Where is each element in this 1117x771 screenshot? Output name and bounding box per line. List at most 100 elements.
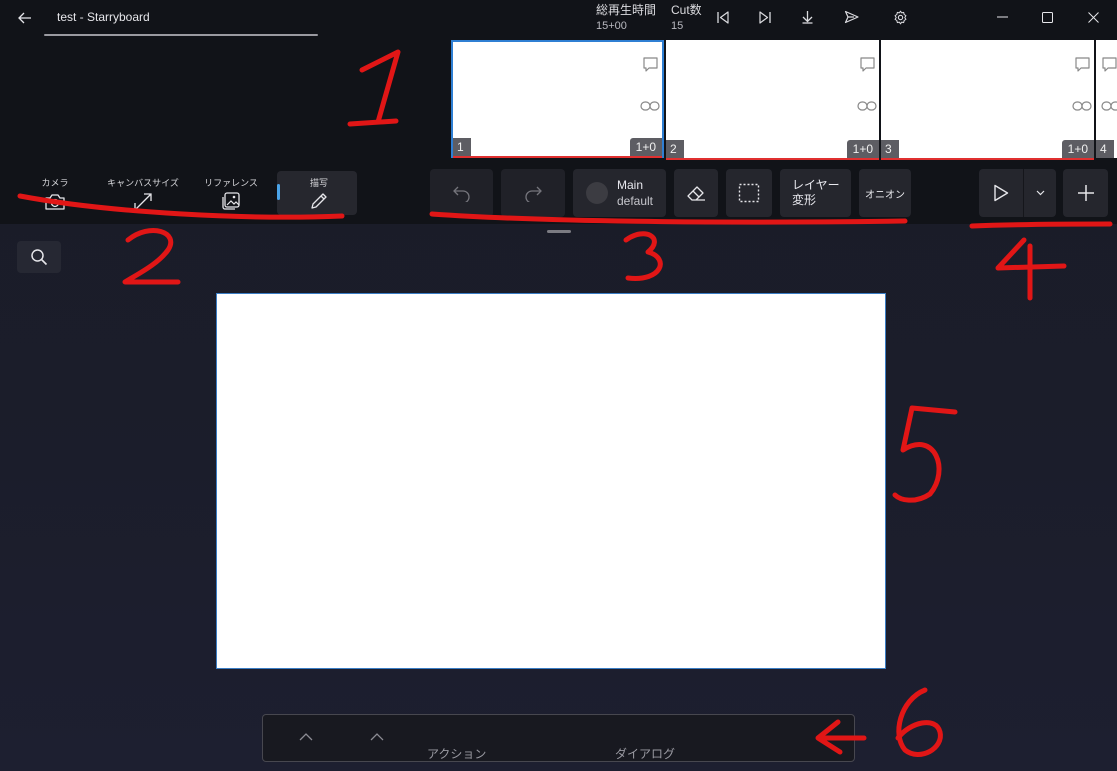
skip-end-icon	[759, 10, 771, 24]
play-options-button[interactable]	[1024, 169, 1056, 217]
draw-label: 描写	[309, 178, 328, 188]
selection-button[interactable]	[726, 169, 772, 217]
marquee-select-icon	[738, 183, 760, 203]
cut-thumbnail[interactable]: 4	[1096, 40, 1117, 158]
layer-text: Main default	[617, 178, 653, 209]
digit-two-mark	[122, 228, 181, 285]
onion-skin-label: オニオン	[865, 189, 905, 201]
maximize-icon	[1041, 11, 1053, 23]
link-icon	[1101, 101, 1117, 111]
expand-action-button[interactable]	[296, 729, 316, 745]
reference-button[interactable]	[219, 190, 243, 212]
maximize-button[interactable]	[1029, 4, 1065, 30]
skip-start-button[interactable]	[709, 5, 737, 29]
dialog-label: ダイアログ	[615, 747, 676, 761]
layer-preset: default	[616, 193, 654, 208]
link-icon	[640, 101, 660, 111]
drawing-canvas[interactable]	[216, 293, 886, 669]
comment-button[interactable]	[638, 54, 662, 74]
cut-count-value: 15	[671, 20, 684, 32]
send-icon	[844, 10, 859, 24]
link-icon	[857, 101, 877, 111]
canvas-size-label: キャンバスサイズ	[107, 178, 179, 188]
cut-thumbnail[interactable]: 1 1+0	[451, 40, 664, 158]
comment-icon	[642, 56, 658, 72]
download-icon	[802, 11, 812, 24]
chevron-up-icon	[370, 733, 384, 741]
download-button[interactable]	[793, 5, 821, 29]
cut-thumbnail[interactable]: 3 1+0	[881, 40, 1094, 160]
layer-transform-label: レイヤー変形	[792, 178, 840, 207]
play-button[interactable]	[979, 169, 1023, 217]
camera-label: カメラ	[41, 178, 69, 188]
cut-thumbnail[interactable]: 2 1+0	[666, 40, 879, 160]
cut-duration-bar	[881, 158, 1094, 160]
cut-duration-bar	[453, 156, 662, 158]
resize-arrows-icon	[134, 193, 152, 211]
cut-number: 2	[666, 140, 684, 158]
chevron-up-icon	[299, 733, 313, 741]
close-icon	[1087, 11, 1099, 23]
search-button[interactable]	[17, 241, 61, 273]
image-stack-icon	[222, 192, 240, 210]
link-button[interactable]	[855, 96, 879, 116]
minimize-icon	[996, 16, 1008, 18]
add-cut-button[interactable]	[1063, 169, 1108, 217]
canvas-size-button[interactable]	[131, 191, 155, 213]
title-bar: test - Starryboard 総再生時間 15+00 Cut数 15	[0, 0, 1117, 36]
redo-icon	[525, 186, 542, 202]
draw-tab[interactable]: 描写	[277, 171, 357, 215]
undo-button[interactable]	[430, 169, 493, 217]
settings-button[interactable]	[886, 5, 914, 29]
minimize-button[interactable]	[984, 4, 1020, 30]
title-underline	[44, 34, 318, 36]
draw-icon-wrap	[307, 190, 331, 212]
comment-button[interactable]	[855, 54, 879, 74]
digit-five-mark	[892, 405, 958, 503]
window-title: test - Starryboard	[57, 10, 150, 24]
cut-number: 3	[881, 140, 899, 158]
expand-dialog-button[interactable]	[367, 729, 387, 745]
comment-button[interactable]	[1070, 54, 1094, 74]
reference-label: リファレンス	[204, 178, 258, 188]
bottom-panel: アクション ダイアログ	[262, 714, 855, 762]
total-time-stat: 総再生時間 15+00	[596, 2, 656, 34]
splitter-handle[interactable]	[547, 230, 571, 233]
cut-duration: 1+0	[1061, 140, 1094, 158]
undo-icon	[452, 186, 470, 202]
cut-number: 4	[1096, 140, 1114, 158]
back-button[interactable]	[12, 6, 38, 30]
skip-end-button[interactable]	[751, 5, 779, 29]
gear-icon	[894, 10, 906, 24]
skip-start-icon	[717, 10, 729, 24]
link-button[interactable]	[1070, 96, 1094, 116]
comment-icon	[1101, 56, 1117, 72]
cut-duration: 1+0	[846, 140, 879, 158]
cut-number: 1	[453, 138, 471, 156]
eraser-button[interactable]	[674, 169, 718, 217]
cut-duration: 1+0	[629, 138, 662, 156]
camera-button[interactable]	[43, 191, 67, 213]
play-group	[979, 169, 1056, 217]
close-button[interactable]	[1075, 4, 1111, 30]
camera-icon	[45, 194, 65, 210]
comment-button[interactable]	[1097, 54, 1117, 74]
cut-duration-bar	[666, 158, 879, 160]
redo-button[interactable]	[501, 169, 565, 217]
plus-icon	[1077, 185, 1094, 201]
comment-icon	[859, 56, 875, 72]
total-time-value: 15+00	[596, 20, 627, 32]
send-button[interactable]	[837, 5, 865, 29]
link-button[interactable]	[1099, 96, 1117, 116]
digit-three-mark	[623, 231, 663, 281]
onion-skin-button[interactable]: オニオン	[859, 169, 911, 217]
app-window: test - Starryboard 総再生時間 15+00 Cut数 15 1…	[0, 0, 1117, 771]
cut-count-label: Cut数	[671, 3, 702, 17]
cut-count-stat: Cut数 15	[671, 2, 702, 34]
layer-transform-button[interactable]: レイヤー変形	[780, 169, 851, 217]
arrow-left-icon	[18, 12, 31, 24]
chevron-down-icon	[1036, 190, 1044, 196]
layer-selector[interactable]: Main default	[573, 169, 666, 217]
link-button[interactable]	[638, 96, 662, 116]
digit-four-mark	[995, 237, 1067, 271]
